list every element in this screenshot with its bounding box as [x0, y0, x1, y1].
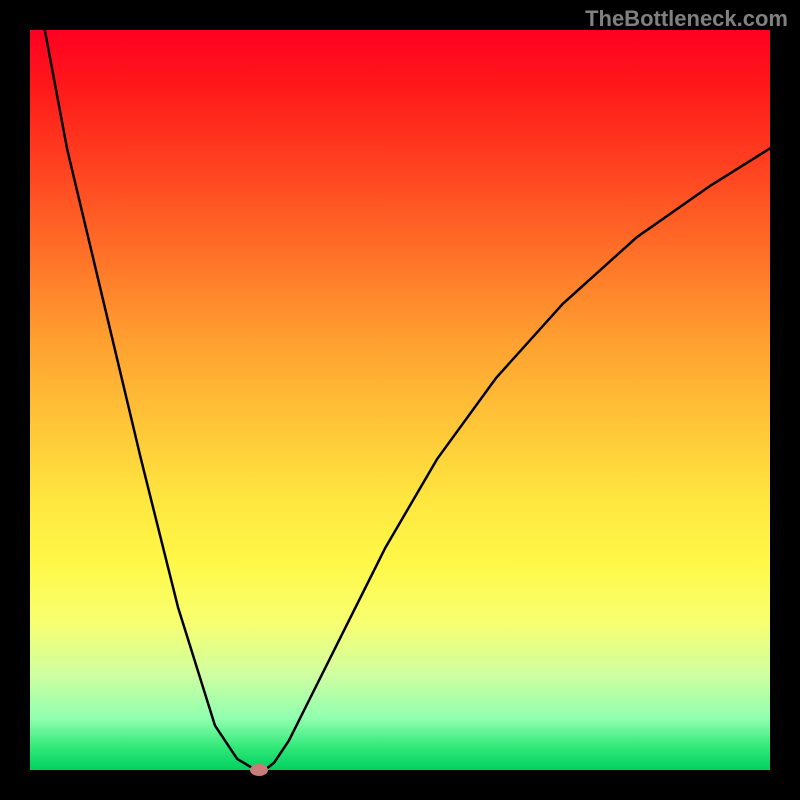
chart-container: TheBottleneck.com — [0, 0, 800, 800]
curve-svg — [30, 30, 770, 770]
bottleneck-curve — [45, 30, 770, 770]
minimum-marker — [250, 764, 268, 776]
watermark-text: TheBottleneck.com — [585, 6, 788, 32]
plot-area — [30, 30, 770, 770]
